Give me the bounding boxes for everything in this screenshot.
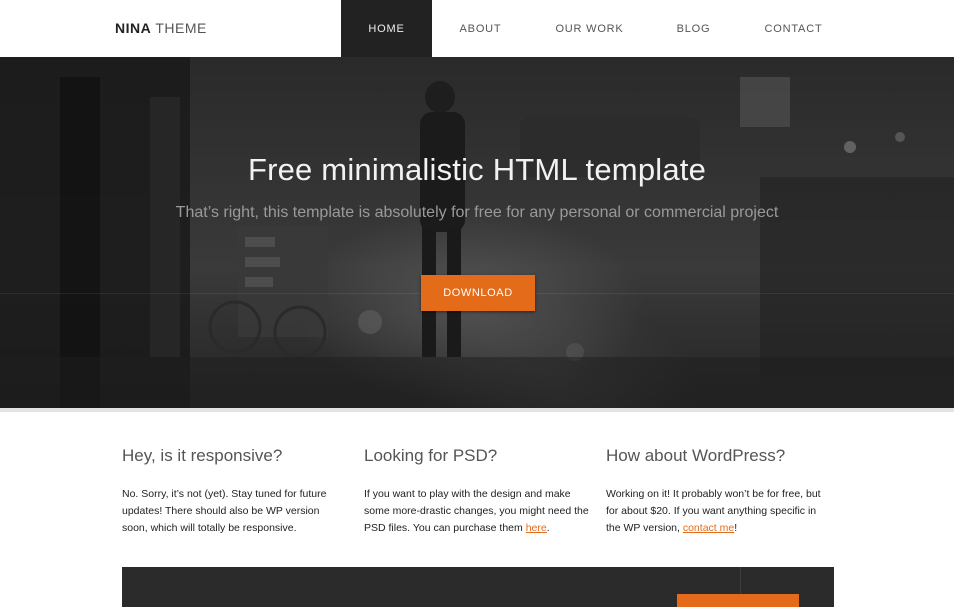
hero-subtitle: That’s right, this template is absolutel…	[175, 204, 779, 221]
feature-body-end: !	[734, 522, 738, 534]
site-header: NINA THEME HOME ABOUT OUR WORK BLOG CONT…	[0, 0, 954, 57]
banner-button[interactable]	[677, 594, 799, 607]
feature-body: No. Sorry, it’s not (yet). Stay tuned fo…	[122, 488, 327, 534]
feature-title: How about WordPress?	[606, 446, 786, 465]
feature-text: No. Sorry, it’s not (yet). Stay tuned fo…	[122, 486, 347, 537]
feature-title: Looking for PSD?	[364, 446, 498, 465]
feature-body: If you want to play with the design and …	[364, 488, 589, 534]
logo-bold-text: NINA	[115, 20, 152, 36]
download-button[interactable]: DOWNLOAD	[421, 275, 535, 311]
nav-item-contact[interactable]: CONTACT	[737, 0, 850, 57]
feature-text: If you want to play with the design and …	[364, 486, 589, 537]
hero-background-image	[0, 57, 954, 408]
contact-me-link[interactable]: contact me	[683, 522, 734, 534]
nav-item-about[interactable]: ABOUT	[432, 0, 529, 57]
feature-wordpress: How about WordPress? Working on it! It p…	[606, 446, 831, 537]
feature-title: Hey, is it responsive?	[122, 446, 283, 465]
nav-item-blog[interactable]: BLOG	[650, 0, 737, 57]
logo-light-text: THEME	[151, 20, 207, 36]
hero-section: Free minimalistic HTML template That’s r…	[0, 57, 954, 408]
feature-responsive: Hey, is it responsive? No. Sorry, it’s n…	[122, 446, 347, 537]
nav-item-our-work[interactable]: OUR WORK	[529, 0, 650, 57]
psd-purchase-link[interactable]: here	[526, 522, 547, 534]
nav-item-home[interactable]: HOME	[341, 0, 432, 57]
feature-psd: Looking for PSD? If you want to play wit…	[364, 446, 589, 537]
feature-text: Working on it! It probably won’t be for …	[606, 486, 831, 537]
bottom-banner	[122, 567, 834, 607]
main-nav: HOME ABOUT OUR WORK BLOG CONTACT	[341, 0, 850, 57]
hero-bottom-border	[0, 408, 954, 412]
site-logo[interactable]: NINA THEME	[115, 20, 207, 36]
hero-title: Free minimalistic HTML template	[247, 152, 707, 187]
feature-body-end: .	[546, 522, 550, 534]
